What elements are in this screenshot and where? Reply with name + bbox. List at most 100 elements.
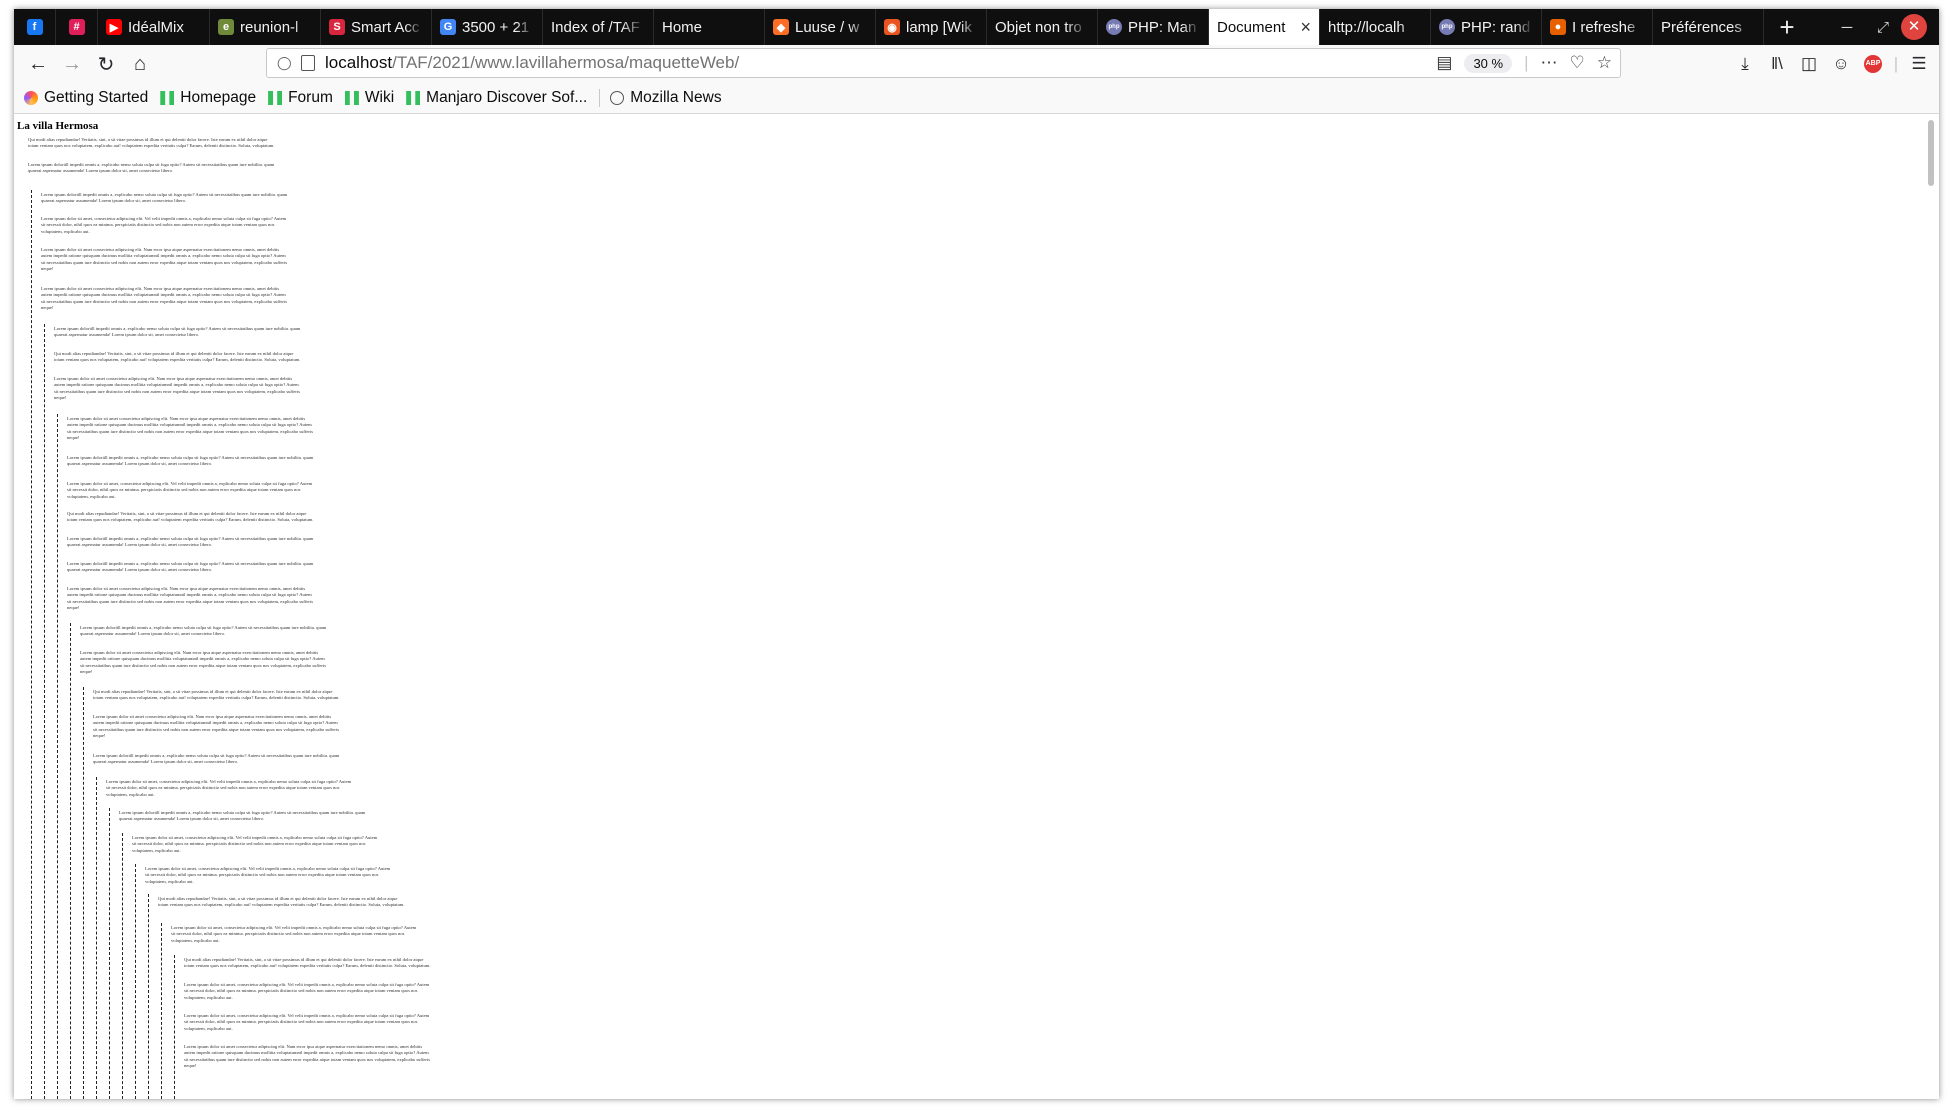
bookmark-label: Manjaro Discover Sof... (426, 89, 588, 106)
adblock-plus-icon[interactable]: ABP (1864, 55, 1882, 73)
tab-16[interactable]: Préférences (1653, 9, 1764, 45)
toolbar-separator: | (1893, 54, 1899, 73)
tab-title: Smart Acc (351, 18, 420, 36)
shield-icon[interactable]: ◯ (277, 55, 293, 71)
php-icon: php (1106, 19, 1122, 35)
nested-block-border (57, 414, 58, 1099)
nested-block-border (148, 894, 149, 1099)
account-icon[interactable]: ☺ (1825, 54, 1857, 74)
page-content: La villa Hermosa Qui modi alias repudian… (14, 114, 1924, 1099)
text-paragraph: Lorem ipsum dolor sit amet consectetur a… (67, 416, 314, 441)
text-paragraph: Lorem ipsum dolor sit amet, consectetur … (132, 835, 378, 853)
slack-icon: # (68, 19, 85, 35)
zoom-level-button[interactable]: 30 % (1464, 53, 1513, 73)
text-paragraph: Lorem ipsum doloriill impedit omnis a, e… (67, 561, 314, 573)
text-paragraph: Lorem ipsum dolor sit amet consectetur a… (54, 376, 301, 401)
text-paragraph: Lorem ipsum doloriill impedit omnis a, e… (80, 625, 327, 637)
tab-title: lamp [Wik (906, 18, 972, 36)
manjaro-icon (268, 91, 283, 105)
youtube-icon: ▶ (106, 19, 122, 35)
bookmark-1[interactable]: Homepage (160, 89, 256, 107)
bookmark-separator (599, 89, 601, 107)
home-icon: ⌂ (133, 52, 147, 75)
sidebar-icon[interactable]: ◫ (1793, 54, 1825, 74)
url-bar[interactable]: ◯ localhost/TAF/2021/www.lavillahermosa/… (266, 48, 1621, 78)
tab-title: IdéalMix (128, 18, 184, 36)
tab-strip: f # ▶ IdéalMix e reunion-l S Smart Acc G 3500 + 2… (14, 9, 1939, 45)
close-tab-icon[interactable]: × (1300, 17, 1311, 38)
url-text[interactable]: localhost/TAF/2021/www.lavillahermosa/ma… (325, 53, 739, 73)
tab-3[interactable]: e reunion-l (210, 9, 321, 45)
reload-icon: ↻ (97, 53, 115, 76)
globe-icon (610, 91, 625, 105)
bookmark-4[interactable]: Manjaro Discover Sof... (406, 89, 587, 107)
text-paragraph: Lorem ipsum dolor sit amet, consectetur … (184, 1013, 430, 1031)
bookmark-0[interactable]: Getting Started (24, 89, 148, 107)
forward-button[interactable]: → (56, 49, 88, 79)
text-paragraph: Lorem ipsum dolor sit amet consectetur a… (41, 247, 288, 272)
tab-2[interactable]: ▶ IdéalMix (98, 9, 210, 45)
navigation-bar: ← → ↻ ⌂ ◯ localhost/TAF/2021/www.lavilla… (14, 45, 1939, 83)
tab-7[interactable]: Home (654, 9, 765, 45)
menu-icon[interactable]: ☰ (1903, 54, 1935, 74)
tab-0[interactable]: f (14, 9, 56, 45)
pocket-icon[interactable]: ♡ (1570, 53, 1585, 73)
text-paragraph: Lorem ipsum dolor sit amet consectetur a… (93, 714, 340, 739)
vertical-scrollbar[interactable] (1924, 114, 1939, 1099)
reader-view-icon[interactable]: ▤ (1436, 53, 1452, 73)
gitlab-icon: ◆ (773, 19, 789, 35)
bookmark-star-icon[interactable]: ☆ (1597, 53, 1612, 73)
reload-button[interactable]: ↻ (90, 49, 122, 79)
tab-title: Préférences (1661, 18, 1742, 36)
tab-title: I refreshe (1572, 18, 1636, 36)
tab-1[interactable]: # (56, 9, 98, 45)
text-paragraph: Lorem ipsum dolor sit amet consectetur a… (67, 586, 314, 611)
scrollbar-thumb[interactable] (1928, 120, 1934, 186)
home-button[interactable]: ⌂ (124, 49, 156, 79)
new-tab-button[interactable]: + (1764, 9, 1810, 45)
tab-14[interactable]: php PHP: rand (1431, 9, 1542, 45)
google-icon: G (440, 19, 456, 35)
bookmark-5[interactable]: Mozilla News (610, 89, 722, 107)
browser-window: f # ▶ IdéalMix e reunion-l S Smart Acc G 3500 + 2… (14, 9, 1939, 1099)
tab-4[interactable]: S Smart Acc (321, 9, 432, 45)
text-paragraph: Lorem ipsum dolor sit amet, consectetur … (184, 982, 430, 1000)
nested-block-border (70, 623, 71, 1099)
window-controls: ─ ⤢ ✕ (1829, 9, 1939, 45)
tab-12[interactable]: Document × (1209, 9, 1320, 45)
tab-10[interactable]: Objet non tro (987, 9, 1098, 45)
text-paragraph: Lorem ipsum doloriill impedit omnis a, e… (54, 326, 301, 338)
text-paragraph: Qui modi alias repudiandae! Veritatis, s… (184, 957, 431, 969)
tab-5[interactable]: G 3500 + 21 (432, 9, 543, 45)
tab-title: http://localh (1328, 18, 1405, 36)
text-paragraph: Lorem ipsum dolor sit amet, consectetur … (41, 216, 287, 234)
ubuntu-icon: ◉ (884, 19, 900, 35)
firefox-icon: ● (1550, 19, 1566, 35)
text-paragraph: Qui modi alias repudiandae! Veritatis, s… (158, 896, 405, 908)
page-actions-icon[interactable]: ⋯ (1541, 53, 1558, 73)
url-path: /TAF/2021/www.lavillahermosa/maquetteWeb… (392, 53, 740, 72)
tab-9[interactable]: ◉ lamp [Wik (876, 9, 987, 45)
downloads-icon[interactable]: ⤓ (1729, 54, 1761, 74)
tab-15[interactable]: ● I refreshe (1542, 9, 1653, 45)
page-title: La villa Hermosa (17, 120, 99, 132)
nested-block-border (83, 687, 84, 1099)
url-separator: | (1524, 53, 1529, 72)
tab-11[interactable]: php PHP: Man (1098, 9, 1209, 45)
bookmark-2[interactable]: Forum (268, 89, 333, 107)
text-paragraph: Lorem ipsum doloriill impedit omnis a, e… (67, 536, 314, 548)
bookmark-3[interactable]: Wiki (344, 89, 394, 107)
tab-8[interactable]: ◆ Luuse / w (765, 9, 876, 45)
back-button[interactable]: ← (22, 49, 54, 79)
text-paragraph: Lorem ipsum doloriill impedit omnis a, e… (67, 455, 314, 467)
minimize-icon[interactable]: ─ (1829, 19, 1865, 36)
library-icon[interactable]: ‖\ (1761, 54, 1793, 74)
nested-block-border (109, 808, 110, 1099)
tab-13[interactable]: http://localh (1320, 9, 1431, 45)
restore-icon[interactable]: ⤢ (1865, 19, 1901, 36)
text-paragraph: Lorem ipsum doloriill impedit omnis a, e… (119, 810, 366, 822)
page-info-icon[interactable] (301, 55, 315, 71)
tab-6[interactable]: Index of /TAF (543, 9, 654, 45)
close-window-icon[interactable]: ✕ (1901, 14, 1927, 40)
url-host: localhost (325, 53, 393, 72)
